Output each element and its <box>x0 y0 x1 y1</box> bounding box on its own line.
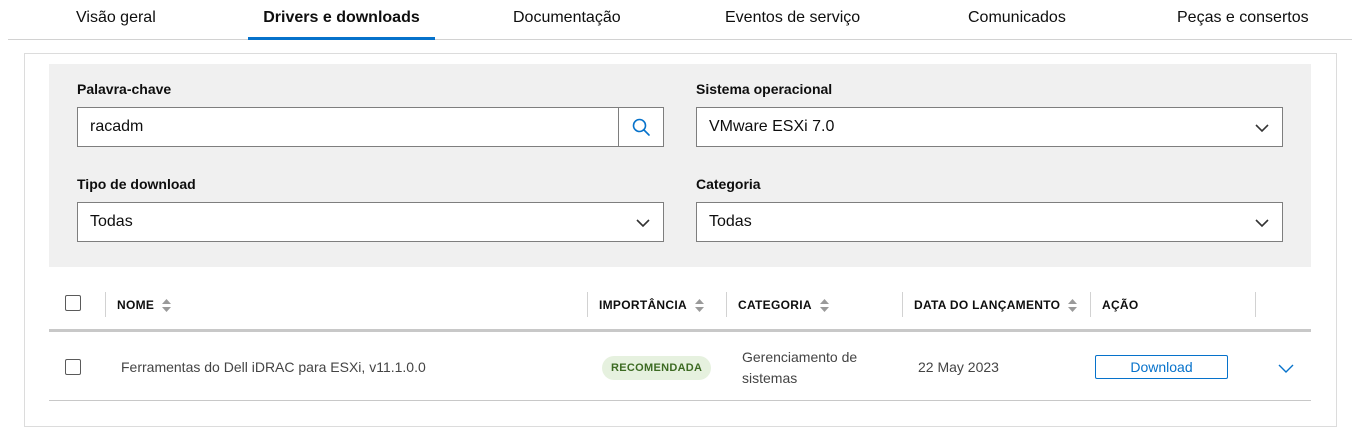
tab-documentation[interactable]: Documentação <box>513 0 621 40</box>
row-release-date: 22 May 2023 <box>918 359 999 375</box>
column-divider <box>1255 292 1256 317</box>
column-header-importance[interactable]: IMPORTÂNCIA <box>599 298 704 312</box>
category-label: Categoria <box>696 176 761 192</box>
os-label: Sistema operacional <box>696 81 833 97</box>
row-name[interactable]: Ferramentas do Dell iDRAC para ESXi, v11… <box>121 359 426 375</box>
download-type-select[interactable]: Todas <box>77 202 664 242</box>
chevron-down-icon <box>636 219 650 228</box>
tab-advisories[interactable]: Comunicados <box>968 0 1066 40</box>
column-header-importance-label: IMPORTÂNCIA <box>599 298 687 312</box>
column-header-release-date-label: DATA DO LANÇAMENTO <box>914 298 1061 312</box>
column-header-release-date[interactable]: DATA DO LANÇAMENTO <box>914 298 1078 312</box>
column-divider <box>1090 292 1091 317</box>
category-value: Todas <box>709 213 752 230</box>
filter-area: Palavra-chave racadm Sistema operacional… <box>49 64 1311 267</box>
tab-bar: Visão geral Drivers e downloads Document… <box>8 0 1352 40</box>
table-row: Ferramentas do Dell iDRAC para ESXi, v11… <box>49 335 1311 401</box>
importance-badge: RECOMENDADA <box>602 356 712 380</box>
column-divider <box>587 292 588 317</box>
column-header-action-label: AÇÃO <box>1102 298 1139 312</box>
download-type-value: Todas <box>90 213 133 230</box>
row-checkbox[interactable] <box>65 359 81 375</box>
tab-service-events[interactable]: Eventos de serviço <box>725 0 860 40</box>
downloads-panel: Palavra-chave racadm Sistema operacional… <box>24 53 1337 427</box>
chevron-down-icon <box>1255 124 1269 133</box>
keyword-label: Palavra-chave <box>77 81 172 97</box>
column-divider <box>726 292 727 317</box>
column-header-name-label: NOME <box>117 298 155 312</box>
sort-icon <box>162 298 172 312</box>
search-icon <box>632 118 650 136</box>
sort-icon <box>694 298 704 312</box>
row-category: Gerenciamento de sistemas <box>742 347 857 389</box>
os-value: VMware ESXi 7.0 <box>709 118 835 135</box>
select-all-checkbox[interactable] <box>65 295 81 311</box>
sort-icon <box>1068 298 1078 312</box>
column-header-category-label: CATEGORIA <box>738 298 812 312</box>
column-divider <box>105 292 106 317</box>
table-header: NOME IMPORTÂNCIA CATEGORIA DATA DO LANÇA… <box>49 282 1311 332</box>
column-header-name[interactable]: NOME <box>117 298 172 312</box>
os-select[interactable]: VMware ESXi 7.0 <box>696 107 1283 147</box>
search-button[interactable] <box>618 107 664 147</box>
column-divider <box>902 292 903 317</box>
tab-overview[interactable]: Visão geral <box>76 0 156 40</box>
keyword-search-input[interactable]: racadm <box>77 107 664 147</box>
category-select[interactable]: Todas <box>696 202 1283 242</box>
row-category-line2: sistemas <box>742 370 798 386</box>
column-header-category[interactable]: CATEGORIA <box>738 298 829 312</box>
download-button[interactable]: Download <box>1095 355 1228 379</box>
row-category-line1: Gerenciamento de <box>742 349 858 365</box>
tab-parts-repairs[interactable]: Peças e consertos <box>1177 0 1309 40</box>
keyword-value: racadm <box>90 118 144 135</box>
chevron-down-icon <box>1255 219 1269 228</box>
download-type-label: Tipo de download <box>77 176 196 192</box>
sort-icon <box>819 298 829 312</box>
expand-chevron-icon[interactable] <box>1278 361 1294 375</box>
column-header-action: AÇÃO <box>1102 298 1139 312</box>
tab-drivers-downloads[interactable]: Drivers e downloads <box>248 0 435 40</box>
